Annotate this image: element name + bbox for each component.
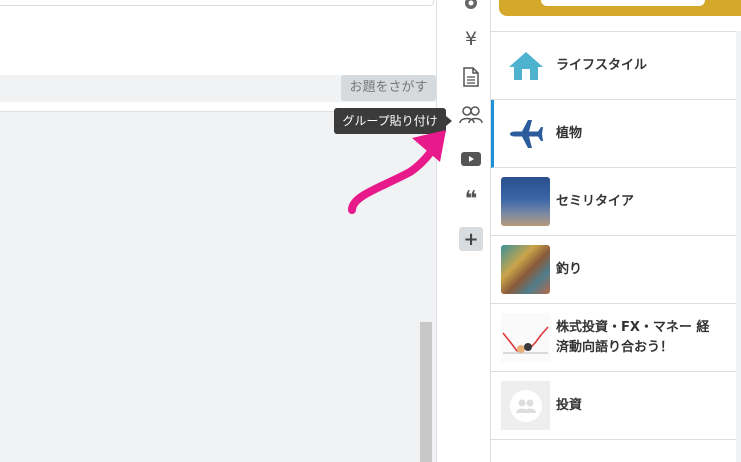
insert-toolbar: ¥ ❝ +	[450, 0, 490, 462]
group-label: 株式投資・FX・マネー 経済動向語り合おう！	[556, 319, 710, 355]
group-item-plants[interactable]: 植物	[491, 100, 736, 168]
group-label: 釣り	[556, 261, 583, 277]
default-group-icon	[501, 381, 550, 430]
panel-scrollbar[interactable]	[736, 31, 741, 462]
stock-chart-thumbnail	[501, 313, 550, 362]
house-icon	[501, 41, 550, 90]
group-item-stocks[interactable]: 株式投資・FX・マネー 経済動向語り合おう！	[491, 304, 736, 372]
page-root: お題をさがす ¥ ❝ + グループ貼り付け ライフスタイル 植物 セミリタイア …	[0, 0, 741, 462]
title-field[interactable]	[0, 0, 434, 6]
plus-icon[interactable]: +	[459, 227, 483, 251]
document-icon[interactable]	[458, 64, 484, 90]
group-item-lifestyle[interactable]: ライフスタイル	[491, 32, 736, 100]
group-label: 投資	[556, 397, 583, 413]
arrow-annotation	[348, 130, 446, 214]
group-label: 植物	[556, 125, 583, 141]
group-item-investment[interactable]: 投資	[491, 372, 736, 440]
reef-thumbnail	[501, 245, 550, 294]
find-topic-button[interactable]: お題をさがす	[341, 75, 436, 101]
quote-icon[interactable]: ❝	[458, 186, 484, 212]
banner-button[interactable]	[541, 0, 705, 6]
divider	[436, 0, 437, 462]
airplane-icon	[501, 109, 550, 158]
group-list: ライフスタイル 植物 セミリタイア 釣り 株式投資・FX・マネー 経済動向語り合…	[491, 31, 736, 462]
group-item-semiretire[interactable]: セミリタイア	[491, 168, 736, 236]
group-item-fishing[interactable]: 釣り	[491, 236, 736, 304]
editor-scrollbar[interactable]	[420, 322, 432, 462]
gear-icon[interactable]	[458, 0, 484, 16]
yen-icon[interactable]: ¥	[458, 26, 484, 52]
group-icon[interactable]	[458, 102, 484, 128]
youtube-icon[interactable]	[458, 146, 484, 172]
group-label: ライフスタイル	[556, 57, 648, 73]
group-label: セミリタイア	[556, 193, 635, 209]
sky-thumbnail	[501, 177, 550, 226]
